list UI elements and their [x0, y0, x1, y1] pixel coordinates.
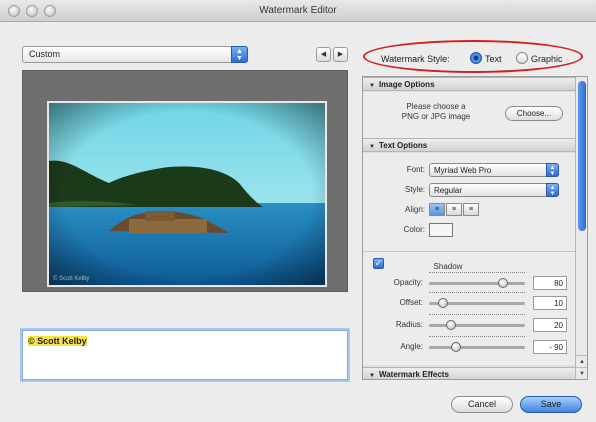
- checkmark-icon: ✓: [374, 258, 383, 268]
- disclosure-open-icon: ▼: [369, 144, 375, 150]
- options-panel: ▼ Image Options Please choose a PNG or JP…: [362, 76, 588, 380]
- triangle-left-icon: ◀: [320, 51, 327, 58]
- highlight-ellipse: [363, 40, 583, 73]
- scroll-down-arrow-icon[interactable]: ▼: [576, 367, 587, 379]
- align-center-button[interactable]: ≡: [446, 203, 462, 216]
- offset-field[interactable]: 10: [533, 296, 567, 310]
- photo-watermark-preview: © Scott Kelby: [53, 276, 90, 282]
- shadow-checkbox[interactable]: ✓: [373, 258, 384, 269]
- options-scrollbar[interactable]: ▲ ▼: [575, 77, 587, 379]
- style-label: Style:: [404, 185, 425, 194]
- radius-ticks: [429, 314, 525, 318]
- align-right-button[interactable]: ≡: [463, 203, 479, 216]
- radius-slider-thumb[interactable]: [446, 320, 457, 330]
- offset-ticks: [429, 292, 525, 296]
- opacity-field[interactable]: 80: [533, 276, 567, 290]
- image-prompt-line1: Please choose a: [406, 102, 466, 111]
- scroll-up-arrow-icon[interactable]: ▲: [576, 355, 587, 367]
- angle-ticks: [429, 336, 525, 340]
- photo-scene: [49, 103, 325, 285]
- preview-photo: © Scott Kelby: [47, 101, 327, 287]
- image-options-section: Please choose a PNG or JPG image Choose.…: [363, 92, 575, 138]
- watermark-text-field[interactable]: © Scott Kelby: [22, 330, 348, 380]
- select-arrows-icon: ▲ ▼: [231, 46, 248, 63]
- title-bar[interactable]: Watermark Editor: [0, 0, 596, 22]
- image-prompt-line2: PNG or JPG image: [401, 112, 471, 121]
- align-right-icon: ≡: [468, 206, 474, 213]
- disclosure-open-icon: ▼: [369, 373, 375, 379]
- text-options-section: Font: Myriad Web Pro ▲ ▼ Style: Regular ▲…: [363, 153, 575, 251]
- radius-slider[interactable]: [429, 324, 525, 327]
- watermark-editor-window: Watermark Editor Custom ▲ ▼ ◀ ▶ Watermark…: [0, 0, 596, 422]
- preview-area: © Scott Kelby: [22, 70, 348, 292]
- scrollbar-thumb[interactable]: [578, 81, 586, 231]
- shadow-label: Shadow: [433, 262, 463, 271]
- choose-image-button[interactable]: Choose...: [505, 106, 563, 121]
- font-dropdown[interactable]: Myriad Web Pro ▲ ▼: [429, 163, 559, 177]
- select-arrows-icon: ▲ ▼: [546, 163, 559, 177]
- color-swatch[interactable]: [429, 223, 453, 237]
- radius-label: Radius:: [395, 320, 423, 329]
- angle-slider-thumb[interactable]: [450, 342, 461, 352]
- align-left-icon: ≡: [434, 206, 440, 213]
- angle-field[interactable]: - 90: [533, 340, 567, 354]
- preset-value: Custom: [29, 49, 61, 59]
- disclosure-open-icon: ▼: [369, 83, 375, 89]
- align-left-button[interactable]: ≡: [429, 203, 445, 216]
- style-dropdown[interactable]: Regular ▲ ▼: [429, 183, 559, 197]
- angle-label: Angle:: [400, 342, 423, 351]
- next-button[interactable]: ▶: [333, 47, 348, 62]
- opacity-slider[interactable]: [429, 282, 525, 285]
- radius-field[interactable]: 20: [533, 318, 567, 332]
- window-title: Watermark Editor: [259, 5, 337, 16]
- opacity-label: Opacity:: [393, 278, 423, 287]
- cancel-button[interactable]: Cancel: [451, 396, 513, 413]
- font-label: Font:: [406, 165, 425, 174]
- angle-slider[interactable]: [429, 346, 525, 349]
- image-options-header[interactable]: ▼ Image Options: [363, 77, 575, 91]
- previous-button[interactable]: ◀: [316, 47, 331, 62]
- save-button[interactable]: Save: [520, 396, 582, 413]
- triangle-right-icon: ▶: [337, 51, 344, 58]
- align-center-icon: ≡: [451, 206, 457, 213]
- watermark-text-value: © Scott Kelby: [28, 336, 87, 346]
- opacity-ticks: [429, 272, 525, 276]
- preset-dropdown[interactable]: Custom ▲ ▼: [22, 46, 248, 63]
- opacity-slider-thumb[interactable]: [497, 278, 508, 288]
- text-options-header[interactable]: ▼ Text Options: [363, 138, 575, 152]
- shadow-section: ✓ Shadow Opacity: 80 Offset: 10 Radius: …: [363, 251, 575, 365]
- offset-label: Offset:: [399, 298, 423, 307]
- color-label: Color:: [403, 225, 425, 234]
- watermark-effects-header[interactable]: ▼ Watermark Effects: [363, 367, 575, 379]
- align-label: Align:: [404, 205, 425, 214]
- select-arrows-icon: ▲ ▼: [546, 183, 559, 197]
- offset-slider-thumb[interactable]: [437, 298, 448, 308]
